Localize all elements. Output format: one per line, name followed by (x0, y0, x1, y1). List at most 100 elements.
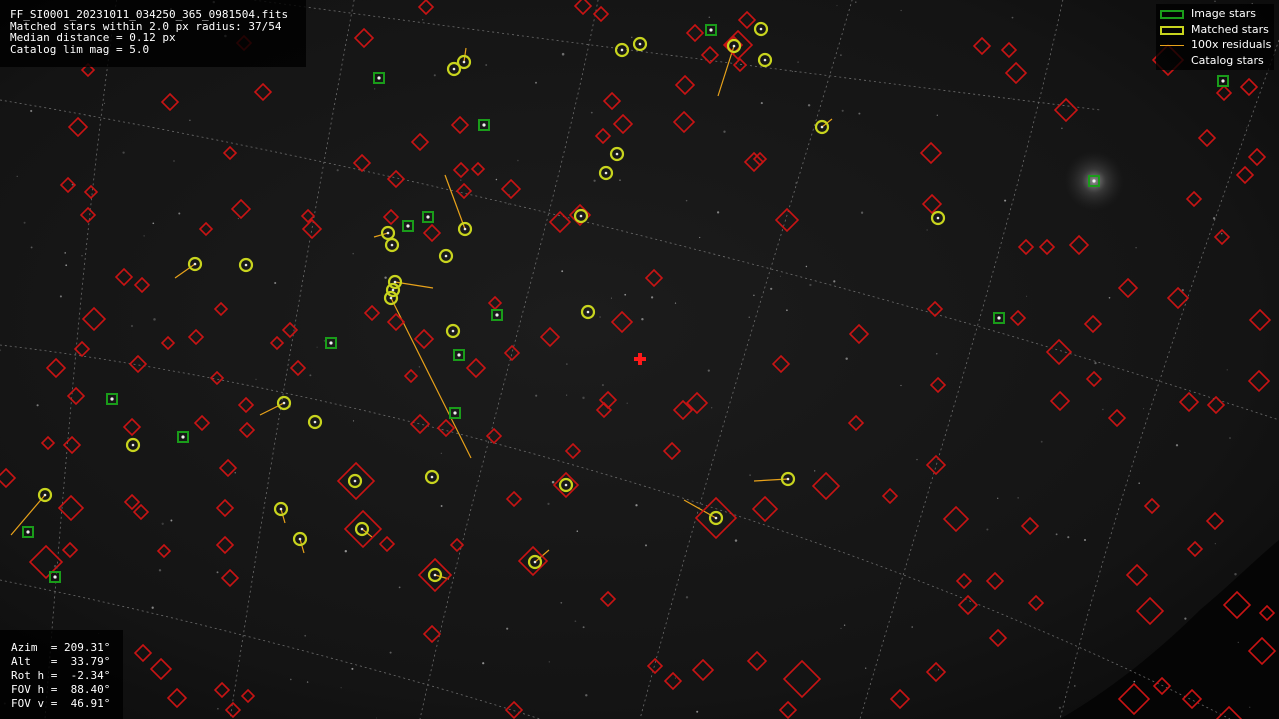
faint-star (645, 544, 647, 547)
faint-star (1237, 641, 1239, 644)
faint-star (699, 236, 701, 239)
faint-star (418, 366, 420, 368)
matched-star-core (714, 516, 718, 520)
faint-star (535, 394, 538, 397)
faint-star (23, 221, 26, 224)
matched-star-core (433, 573, 437, 577)
fov-h-text: FOV h = 88.40° (11, 683, 111, 696)
image-star-core (110, 397, 114, 401)
faint-star (158, 569, 162, 572)
faint-star (352, 420, 355, 422)
faint-star (858, 112, 861, 115)
faint-star (805, 265, 808, 268)
faint-star (323, 340, 325, 342)
faint-star (535, 81, 537, 84)
legend-label: Matched stars (1191, 23, 1269, 36)
faint-star (841, 109, 844, 112)
matched-star-core (452, 67, 456, 71)
faint-star (936, 114, 938, 116)
matched-star-core (638, 42, 642, 46)
faint-star (36, 404, 39, 407)
faint-star (748, 316, 750, 318)
faint-star (986, 528, 989, 531)
matched-star-core (43, 493, 47, 497)
faint-star (1084, 539, 1086, 541)
legend-label: Catalog stars (1191, 54, 1264, 67)
faint-star (641, 317, 644, 321)
faint-star (384, 276, 387, 279)
altitude-text: Alt = 33.79° (11, 655, 111, 668)
faint-star (1102, 408, 1104, 411)
matched-star-core (430, 475, 434, 479)
legend-label: Image stars (1191, 7, 1256, 20)
matched-star-core (763, 58, 767, 62)
matched-star-core (244, 263, 248, 267)
faint-star (845, 357, 848, 360)
matched-star-core (732, 44, 736, 48)
faint-star (610, 297, 612, 299)
faint-star (547, 502, 550, 506)
image-star-core (997, 316, 1001, 320)
faint-star (590, 111, 593, 114)
image-star-core (1221, 79, 1225, 83)
matched-star-core (390, 243, 394, 247)
image-star-core (53, 575, 57, 579)
faint-star (237, 218, 239, 220)
faint-star (865, 667, 867, 669)
matched-star-core (444, 254, 448, 258)
faint-star (685, 199, 688, 202)
matched-star-core (353, 479, 357, 483)
matched-star-core (615, 152, 619, 156)
faint-star (900, 384, 902, 387)
legend-label: 100x residuals (1191, 38, 1272, 51)
faint-star (1229, 437, 1231, 439)
faint-star (624, 293, 627, 296)
faint-star (749, 474, 751, 477)
faint-star (734, 539, 738, 542)
faint-star (674, 302, 677, 304)
faint-star (791, 70, 794, 73)
matched-star-core (564, 483, 568, 487)
faint-star (1133, 680, 1136, 683)
faint-star (674, 677, 676, 679)
image-star-core (495, 313, 499, 317)
faint-star (860, 211, 864, 214)
faint-star (561, 52, 565, 56)
faint-star (619, 179, 621, 182)
faint-star (234, 472, 236, 474)
faint-star (460, 179, 462, 181)
matched-star-core (193, 262, 197, 266)
faint-star (352, 252, 354, 255)
matched-star-core (586, 310, 590, 314)
residual-line-swatch-icon (1160, 45, 1184, 46)
faint-star (89, 115, 91, 117)
legend-item-catalog-stars: Catalog stars (1156, 54, 1274, 69)
file-info-panel: FF_SI0001_20231011_034250_365_0981504.fi… (0, 0, 306, 67)
faint-star (1010, 97, 1012, 99)
legend: Image stars Matched stars 100x residuals… (1156, 4, 1274, 70)
faint-star (707, 369, 710, 372)
faint-star (626, 402, 628, 404)
faint-star (1004, 199, 1007, 202)
faint-star (936, 353, 938, 355)
faint-star (351, 667, 354, 670)
matched-star-core (579, 214, 583, 218)
faint-star (1214, 543, 1216, 545)
faint-star (178, 212, 181, 215)
faint-star (517, 159, 519, 162)
faint-star (316, 346, 318, 348)
faint-star (711, 407, 713, 409)
faint-star (582, 396, 585, 400)
matched-star-core (786, 477, 790, 481)
faint-star (152, 222, 155, 225)
faint-star (1108, 296, 1111, 299)
faint-star (274, 281, 277, 285)
faint-star (1058, 706, 1062, 709)
faint-star (797, 61, 799, 63)
legend-item-image-stars: Image stars (1156, 7, 1274, 22)
matched-star-core (298, 537, 302, 541)
faint-star (753, 294, 755, 297)
faint-star (389, 651, 392, 654)
faint-star (1143, 408, 1145, 410)
matched-star-core (279, 507, 283, 511)
